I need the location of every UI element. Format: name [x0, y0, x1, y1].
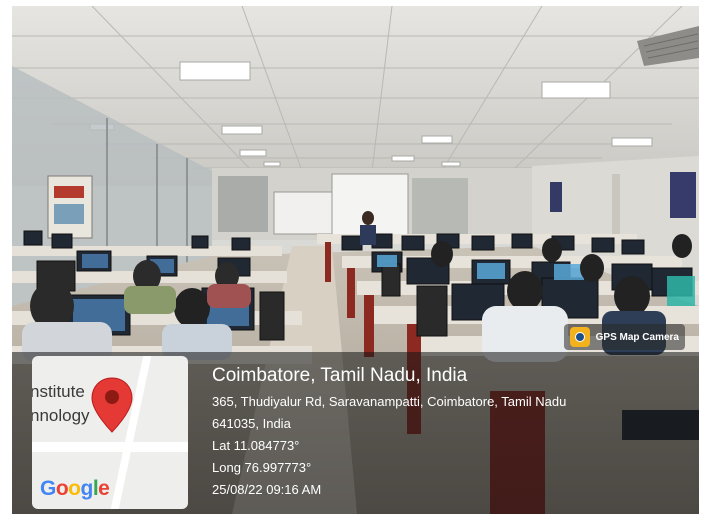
location-info: Coimbatore, Tamil Nadu, India 365, Thudi…: [212, 364, 566, 501]
latitude: Lat 11.084773°: [212, 438, 300, 453]
badge-label: GPS Map Camera: [595, 331, 679, 343]
map-place-label: nstitute: [32, 382, 85, 401]
google-logo-letter: G: [40, 477, 56, 500]
map-thumbnail: nstitute nnology Google: [32, 356, 188, 509]
address-line: 365, Thudiyalur Rd, Saravanampatti, Coim…: [212, 394, 567, 409]
google-logo-letter: o: [68, 477, 81, 500]
map-place-label: nnology: [32, 406, 90, 425]
timestamp: 25/08/22 09:16 AM: [212, 482, 322, 497]
map-pin-icon: [91, 377, 133, 433]
photo-frame: GPS Map Camera nstitute nnology Google C…: [12, 6, 699, 514]
gps-map-camera-icon: [569, 327, 590, 347]
google-logo-letter: o: [55, 477, 69, 500]
gps-map-camera-badge: GPS Map Camera: [563, 324, 685, 350]
location-title: Coimbatore, Tamil Nadu, India: [212, 365, 468, 386]
address-line: 641035, India: [212, 416, 291, 431]
google-logo: Google: [40, 477, 110, 501]
google-logo-letter: g: [80, 477, 94, 500]
longitude: Long 76.997773°: [212, 460, 312, 475]
map-road: [32, 442, 188, 452]
google-logo-letter: e: [98, 477, 110, 500]
